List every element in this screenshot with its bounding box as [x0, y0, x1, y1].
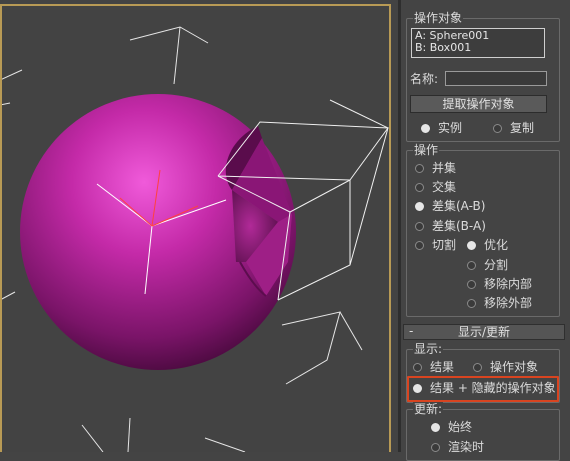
radio-dot: [431, 422, 440, 432]
radio-cut-refine[interactable]: 优化: [467, 238, 508, 252]
radio-dot: [415, 163, 424, 173]
radio-cut[interactable]: 切割: [415, 238, 456, 252]
operands-group-title: 操作对象: [413, 11, 464, 25]
radio-display-operands[interactable]: 操作对象: [473, 360, 538, 374]
radio-label: 差集(A-B): [432, 199, 486, 213]
selection-highlight-box: [407, 376, 559, 402]
radio-dot: [415, 201, 424, 211]
operation-group-title: 操作: [413, 143, 440, 157]
radio-label: 操作对象: [490, 360, 539, 374]
radio-label: 并集: [432, 161, 457, 175]
radio-cut-remove-outside[interactable]: 移除外部: [467, 296, 532, 310]
radio-display-result[interactable]: 结果: [413, 360, 454, 374]
radio-label: 交集: [432, 180, 457, 194]
radio-dot: [431, 442, 440, 452]
radio-dot: [421, 123, 430, 133]
radio-dot: [467, 279, 476, 289]
operands-list[interactable]: A: Sphere001 B: Box001: [411, 28, 545, 58]
update-group-title: 更新:: [413, 402, 444, 416]
radio-dot: [493, 123, 502, 133]
radio-label: 实例: [438, 121, 463, 135]
radio-dot: [415, 182, 424, 192]
radio-dot: [415, 221, 424, 231]
operation-group: 操作 并集 交集 差集(A-B) 差集(B-A) 切割 优化 分割 移除内部 移…: [406, 143, 560, 317]
display-group-title: 显示:: [413, 342, 444, 356]
operand-item[interactable]: B: Box001: [415, 42, 541, 54]
radio-label: 结果: [430, 360, 455, 374]
collapse-toggle-icon[interactable]: -: [409, 324, 413, 338]
radio-subtraction-a-b[interactable]: 差集(A-B): [415, 199, 485, 213]
extract-operand-button[interactable]: 提取操作对象: [410, 95, 547, 113]
radio-cut-remove-inside[interactable]: 移除内部: [467, 277, 532, 291]
update-group: 更新: 始终 渲染时: [406, 402, 560, 461]
radio-label: 移除外部: [484, 296, 533, 310]
radio-dot: [415, 240, 424, 250]
radio-label: 移除内部: [484, 277, 533, 291]
name-label: 名称:: [410, 72, 439, 86]
command-panel: 操作对象 A: Sphere001 B: Box001 名称: 提取操作对象 实…: [398, 0, 570, 461]
radio-label: 分割: [484, 258, 509, 272]
display-update-rollout-header[interactable]: 显示/更新 -: [403, 324, 565, 340]
radio-intersection[interactable]: 交集: [415, 180, 456, 194]
radio-copy[interactable]: 复制: [493, 121, 534, 135]
radio-dot: [467, 298, 476, 308]
radio-union[interactable]: 并集: [415, 161, 456, 175]
rollout-title: 显示/更新: [457, 325, 511, 339]
radio-dot: [473, 362, 482, 372]
radio-label: 差集(B-A): [432, 219, 486, 233]
radio-dot: [413, 362, 422, 372]
3d-viewport[interactable]: [0, 0, 398, 452]
viewport-scene: [0, 4, 391, 452]
panel-divider: [398, 0, 401, 452]
name-field[interactable]: [445, 71, 547, 86]
radio-label: 切割: [432, 238, 457, 252]
radio-cut-split[interactable]: 分割: [467, 258, 508, 272]
radio-subtraction-b-a[interactable]: 差集(B-A): [415, 219, 486, 233]
radio-label: 优化: [484, 238, 509, 252]
radio-instance[interactable]: 实例: [421, 121, 462, 135]
radio-update-always[interactable]: 始终: [431, 420, 472, 434]
radio-label: 复制: [510, 121, 535, 135]
operands-group: 操作对象 A: Sphere001 B: Box001 名称: 提取操作对象 实…: [406, 11, 560, 142]
radio-label: 始终: [448, 420, 473, 434]
boolean-sphere[interactable]: [20, 94, 296, 370]
radio-dot: [467, 260, 476, 270]
radio-dot: [467, 240, 476, 250]
